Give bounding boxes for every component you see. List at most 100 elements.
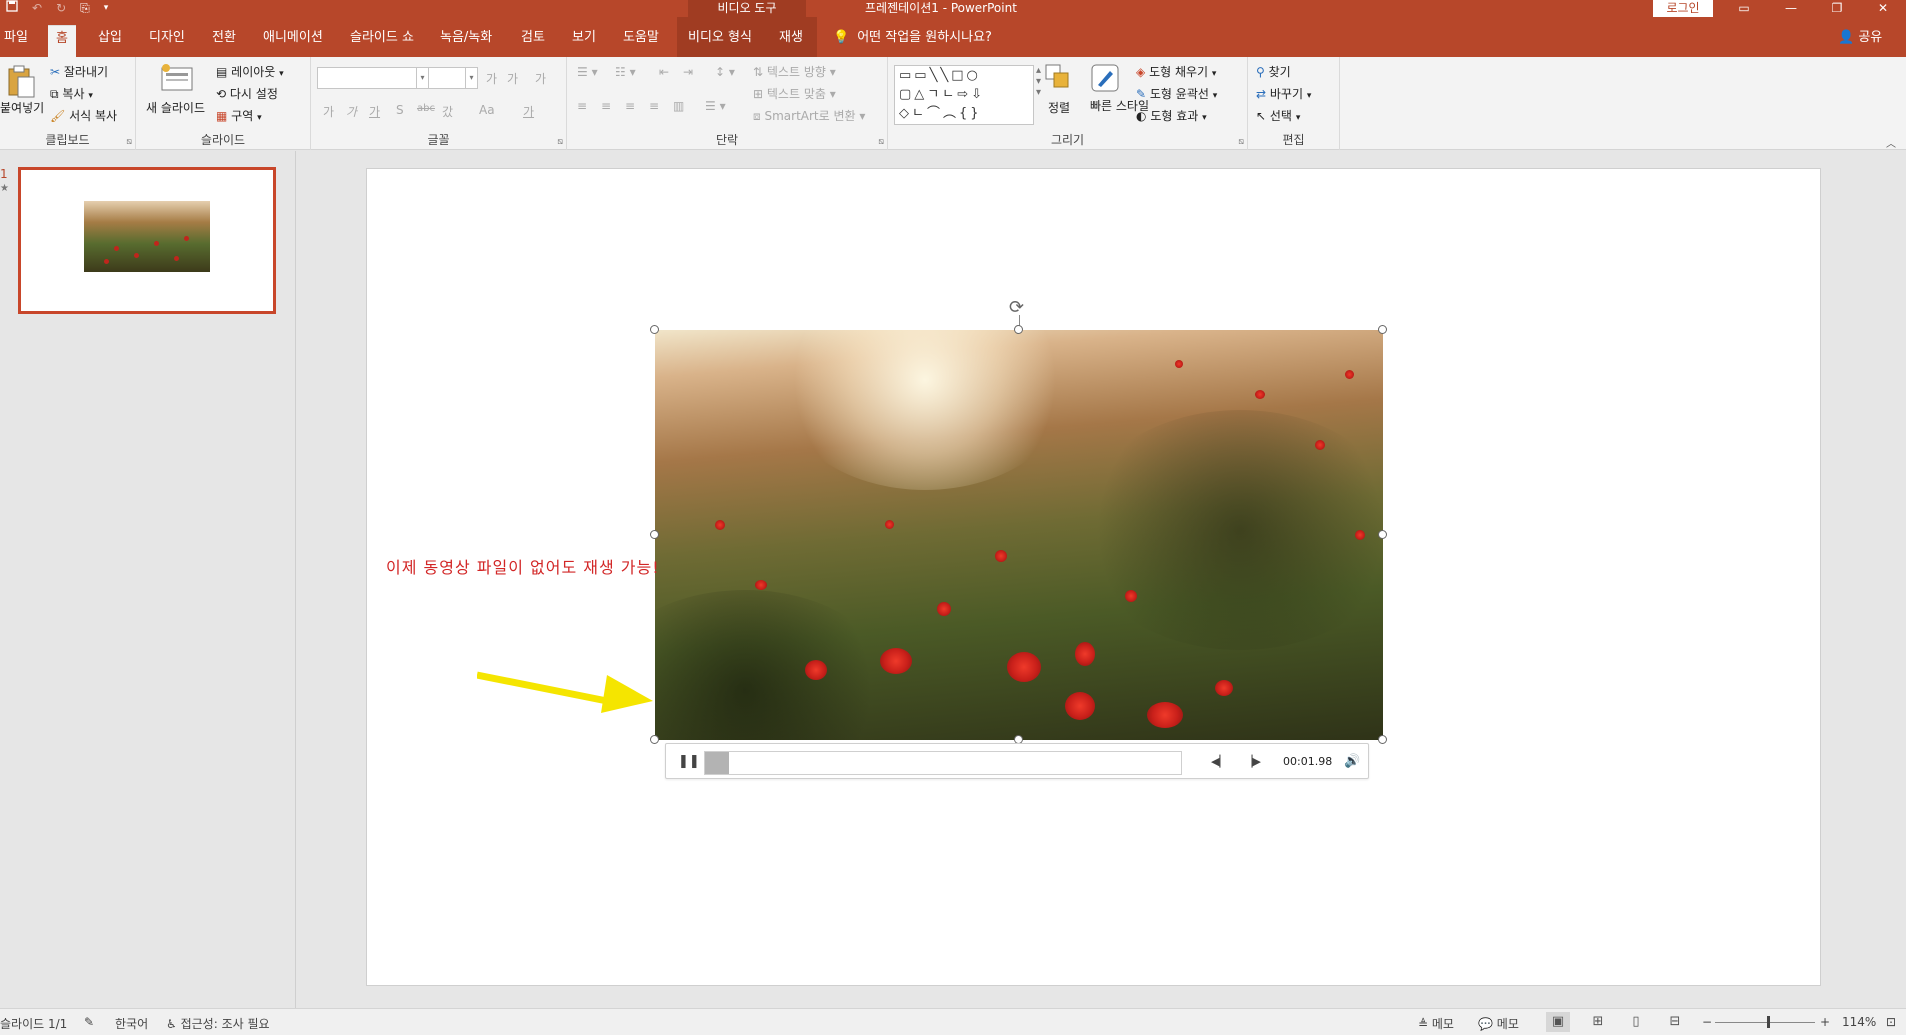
quick-styles-icon[interactable]: [1090, 63, 1124, 97]
resize-handle-sw[interactable]: [650, 735, 659, 744]
ribbon-display-icon[interactable]: ▭: [1729, 0, 1759, 17]
resize-handle-n[interactable]: [1014, 325, 1023, 334]
resize-handle-nw[interactable]: [650, 325, 659, 334]
tab-design[interactable]: 디자인: [149, 30, 185, 46]
pause-icon[interactable]: ❚❚: [678, 753, 700, 771]
text-direction-button[interactable]: ⇅ 텍스트 방향 ▾: [753, 63, 836, 80]
minimize-icon[interactable]: —: [1776, 0, 1806, 17]
copy-button[interactable]: ⧉ 복사 ▾: [50, 85, 93, 102]
clipboard-launcher-icon[interactable]: ⧅: [126, 137, 132, 147]
paste-button[interactable]: 붙여넣기: [0, 99, 44, 116]
change-case-icon[interactable]: Aa: [479, 103, 495, 117]
reset-button[interactable]: ⟲ 다시 설정: [216, 85, 278, 102]
clear-format-icon[interactable]: 가: [535, 70, 546, 87]
zoom-in-icon[interactable]: +: [1820, 1015, 1830, 1029]
paste-icon[interactable]: [6, 65, 40, 99]
save-icon[interactable]: [6, 0, 18, 17]
tab-insert[interactable]: 삽입: [98, 30, 122, 46]
step-back-icon[interactable]: ◀▏: [1211, 753, 1228, 771]
tell-me-search[interactable]: 💡 어떤 작업을 원하시나요?: [833, 30, 992, 46]
slide[interactable]: ⟳ ❚❚ ◀▏ ▕▶ 00:01.98 🔊 이제 동영상 파일이 없어도 재생 …: [366, 168, 1821, 986]
tab-playback[interactable]: 재생: [779, 30, 803, 46]
font-size-combo[interactable]: ▾: [428, 67, 478, 89]
smartart-button[interactable]: ⧈ SmartArt로 변환 ▾: [753, 107, 865, 124]
comments-button[interactable]: 💬 메모: [1478, 1015, 1519, 1032]
tab-home[interactable]: 홈: [48, 25, 76, 57]
resize-handle-ne[interactable]: [1378, 325, 1387, 334]
section-button[interactable]: ▦ 구역 ▾: [216, 107, 262, 124]
slideshow-view-icon[interactable]: ⊟: [1663, 1012, 1687, 1032]
grow-font-icon[interactable]: 가: [486, 70, 497, 87]
maximize-icon[interactable]: ❐: [1822, 0, 1852, 17]
cut-button[interactable]: ✂ 잘라내기: [50, 63, 108, 80]
rotate-handle-icon[interactable]: ⟳: [1009, 297, 1024, 318]
italic-icon[interactable]: 가: [346, 103, 357, 120]
align-text-button[interactable]: ⊞ 텍스트 맞춤 ▾: [753, 85, 836, 102]
share-button[interactable]: 👤 공유: [1838, 30, 1882, 46]
drawing-launcher-icon[interactable]: ⧅: [1238, 137, 1244, 147]
align-center-icon[interactable]: ≡: [601, 99, 611, 113]
tab-slideshow[interactable]: 슬라이드 쇼: [350, 30, 414, 46]
shape-fill-button[interactable]: ◈ 도형 채우기 ▾: [1136, 63, 1216, 80]
select-button[interactable]: ↖ 선택 ▾: [1256, 107, 1300, 124]
justify-icon[interactable]: ≡: [649, 99, 659, 113]
font-family-combo[interactable]: ▾: [317, 67, 429, 89]
slide-sorter-icon[interactable]: ⊞: [1586, 1012, 1610, 1032]
format-painter-button[interactable]: 🖌 서식 복사: [50, 107, 117, 124]
notes-button[interactable]: ≜ 메모: [1418, 1015, 1454, 1032]
reading-view-icon[interactable]: ▯: [1624, 1012, 1648, 1032]
tab-record[interactable]: 녹음/녹화: [440, 30, 492, 46]
shape-effects-button[interactable]: ◐ 도형 효과 ▾: [1136, 107, 1207, 124]
font-launcher-icon[interactable]: ⧅: [557, 137, 563, 147]
shadow-icon[interactable]: S: [396, 103, 404, 117]
new-slide-icon[interactable]: [160, 63, 194, 97]
font-color-icon[interactable]: 가: [523, 103, 534, 120]
video-frame[interactable]: [655, 330, 1383, 740]
volume-icon[interactable]: 🔊: [1344, 753, 1360, 771]
increase-indent-icon[interactable]: ⇥: [683, 65, 693, 79]
bullets-icon[interactable]: ☰ ▾: [577, 65, 598, 79]
tab-transitions[interactable]: 전환: [212, 30, 236, 46]
char-spacing-icon[interactable]: 갔: [442, 103, 453, 120]
tab-video-format[interactable]: 비디오 형식: [688, 30, 752, 46]
login-button[interactable]: 로그인: [1653, 0, 1713, 17]
resize-handle-se[interactable]: [1378, 735, 1387, 744]
shapes-gallery[interactable]: ▭▭╲╲□○ ▢△ㄱㄴ⇨⇩ ◇ㄴ⌒︵{}: [894, 65, 1034, 125]
zoom-slider-track[interactable]: [1715, 1022, 1815, 1023]
normal-view-icon[interactable]: ▣: [1546, 1012, 1570, 1032]
new-slide-button[interactable]: 새 슬라이드: [146, 99, 205, 116]
fit-to-window-icon[interactable]: ⊡: [1886, 1015, 1896, 1029]
replace-button[interactable]: ⇄ 바꾸기 ▾: [1256, 85, 1311, 102]
column-options-icon[interactable]: ☰ ▾: [705, 99, 726, 113]
underline-icon[interactable]: 가: [369, 103, 380, 120]
align-right-icon[interactable]: ≡: [625, 99, 635, 113]
find-button[interactable]: ⚲ 찾기: [1256, 63, 1291, 80]
shapes-gallery-more-icon[interactable]: ▴ ▾ ▾: [1036, 65, 1041, 98]
arrange-button[interactable]: 정렬: [1048, 99, 1070, 116]
columns-icon[interactable]: ▥: [673, 99, 684, 113]
tab-view[interactable]: 보기: [572, 30, 596, 46]
tab-review[interactable]: 검토: [521, 30, 545, 46]
zoom-out-icon[interactable]: −: [1702, 1015, 1712, 1029]
playback-progress-track[interactable]: [704, 751, 1182, 775]
tab-file[interactable]: 파일: [4, 30, 28, 46]
redo-icon[interactable]: ↻: [56, 0, 66, 17]
resize-handle-w[interactable]: [650, 530, 659, 539]
arrange-icon[interactable]: [1044, 63, 1078, 97]
slide-thumbnail[interactable]: [18, 167, 276, 314]
shape-outline-button[interactable]: ✎ 도형 윤곽선 ▾: [1136, 85, 1217, 102]
tab-animations[interactable]: 애니메이션: [263, 30, 323, 46]
undo-icon[interactable]: ↶: [32, 0, 42, 17]
zoom-slider-thumb[interactable]: [1767, 1016, 1770, 1028]
close-icon[interactable]: ✕: [1868, 0, 1898, 17]
line-spacing-icon[interactable]: ↕ ▾: [715, 65, 735, 79]
paragraph-launcher-icon[interactable]: ⧅: [878, 137, 884, 147]
layout-button[interactable]: ▤ 레이아웃 ▾: [216, 63, 284, 80]
align-left-icon[interactable]: ≡: [577, 99, 587, 113]
language-indicator[interactable]: 한국어: [115, 1015, 148, 1032]
presentation-icon[interactable]: ⎘: [80, 0, 90, 17]
collapse-ribbon-icon[interactable]: ︿: [1886, 135, 1896, 150]
numbering-icon[interactable]: ☷ ▾: [615, 65, 636, 79]
accessibility-button[interactable]: ♿ 접근성: 조사 필요: [166, 1015, 270, 1032]
tab-help[interactable]: 도움말: [623, 30, 659, 46]
